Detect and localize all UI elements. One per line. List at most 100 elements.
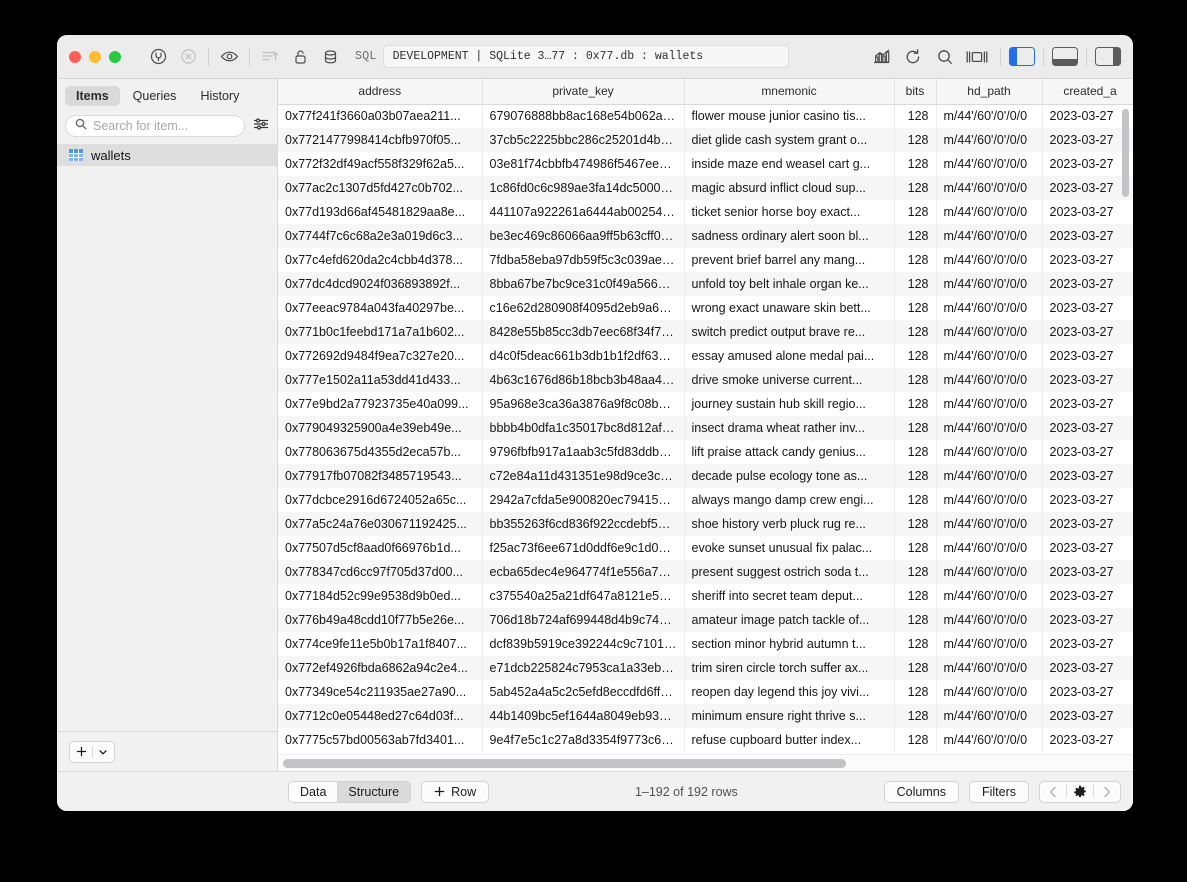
cell-created-at[interactable]: 2023-03-27	[1042, 152, 1133, 176]
cell-bits[interactable]: 128	[894, 320, 937, 344]
cell-address[interactable]: 0x779049325900a4e39eb49e...	[278, 416, 483, 440]
cell-created-at[interactable]: 2023-03-27	[1042, 272, 1133, 296]
cell-created-at[interactable]: 2023-03-27	[1042, 680, 1133, 704]
cell-created-at[interactable]: 2023-03-27	[1042, 320, 1133, 344]
cell-private-key[interactable]: 4b63c1676d86b18bcb3b48aa492d1...	[482, 368, 685, 392]
cell-mnemonic[interactable]: amateur image patch tackle of...	[684, 608, 895, 632]
cell-mnemonic[interactable]: refuse cupboard butter index...	[684, 728, 895, 752]
table-row[interactable]: 0x77349ce54c211935ae27a90... 5ab452a4a5c2…	[278, 680, 1133, 704]
column-header-bits[interactable]: bits	[894, 79, 937, 105]
cell-hd-path[interactable]: m/44'/60'/0'/0/0	[936, 536, 1043, 560]
column-header-mnemonic[interactable]: mnemonic	[684, 79, 895, 105]
cell-mnemonic[interactable]: section minor hybrid autumn t...	[684, 632, 895, 656]
cell-created-at[interactable]: 2023-03-27	[1042, 584, 1133, 608]
cell-bits[interactable]: 128	[894, 632, 937, 656]
cell-private-key[interactable]: c16e62d280908f4095d2eb9a69401...	[482, 296, 685, 320]
table-row[interactable]: 0x774ce9fe11e5b0b17a1f8407... dcf839b5919…	[278, 632, 1133, 656]
cell-bits[interactable]: 128	[894, 656, 937, 680]
cell-bits[interactable]: 128	[894, 512, 937, 536]
cell-mnemonic[interactable]: unfold toy belt inhale organ ke...	[684, 272, 895, 296]
connect-icon[interactable]	[143, 43, 173, 71]
cell-hd-path[interactable]: m/44'/60'/0'/0/0	[936, 200, 1043, 224]
cell-bits[interactable]: 128	[894, 488, 937, 512]
cell-created-at[interactable]: 2023-03-27	[1042, 656, 1133, 680]
close-window-button[interactable]	[69, 50, 81, 63]
cell-created-at[interactable]: 2023-03-27	[1042, 536, 1133, 560]
table-row[interactable]: 0x77dc4dcd9024f036893892f... 8bba67be7bc9…	[278, 272, 1133, 296]
sort-lines-icon[interactable]	[255, 43, 285, 71]
cell-bits[interactable]: 128	[894, 224, 937, 248]
table-settings-button[interactable]	[1067, 782, 1093, 802]
cell-bits[interactable]: 128	[894, 608, 937, 632]
cell-address[interactable]: 0x776b49a48cdd10f77b5e26e...	[278, 608, 483, 632]
cell-bits[interactable]: 128	[894, 536, 937, 560]
table-row[interactable]: 0x77d193d66af45481829aa8e... 441107a92226…	[278, 200, 1133, 224]
cell-private-key[interactable]: 1c86fd0c6c989ae3fa14dc500062b2...	[482, 176, 685, 200]
table-row[interactable]: 0x7721477998414cbfb970f05... 37cb5c2225bb…	[278, 128, 1133, 152]
column-header-private-key[interactable]: private_key	[482, 79, 685, 105]
cell-bits[interactable]: 128	[894, 272, 937, 296]
table-row[interactable]: 0x77eeac9784a043fa40297be... c16e62d28090…	[278, 296, 1133, 320]
cell-created-at[interactable]: 2023-03-27	[1042, 464, 1133, 488]
table-row[interactable]: 0x77507d5cf8aad0f66976b1d... f25ac73f6ee6…	[278, 536, 1133, 560]
cell-private-key[interactable]: ecba65dec4e964774f1e556a7cd5d...	[482, 560, 685, 584]
cell-hd-path[interactable]: m/44'/60'/0'/0/0	[936, 704, 1043, 728]
cell-private-key[interactable]: c72e84a11d431351e98d9ce3cb241...	[482, 464, 685, 488]
cell-bits[interactable]: 128	[894, 584, 937, 608]
eye-icon[interactable]	[214, 43, 244, 71]
cell-address[interactable]: 0x77e9bd2a77923735e40a099...	[278, 392, 483, 416]
cell-bits[interactable]: 128	[894, 560, 937, 584]
search-icon[interactable]	[930, 43, 960, 71]
cell-mnemonic[interactable]: sadness ordinary alert soon bl...	[684, 224, 895, 248]
table-row[interactable]: 0x777e1502a11a53dd41d433... 4b63c1676d86b…	[278, 368, 1133, 392]
cell-created-at[interactable]: 2023-03-27	[1042, 440, 1133, 464]
cell-hd-path[interactable]: m/44'/60'/0'/0/0	[936, 728, 1043, 752]
cell-mnemonic[interactable]: shoe history verb pluck rug re...	[684, 512, 895, 536]
table-row[interactable]: 0x771b0c1feebd171a7a1b602... 8428e55b85cc…	[278, 320, 1133, 344]
cell-created-at[interactable]: 2023-03-27	[1042, 728, 1133, 752]
cell-address[interactable]: 0x771b0c1feebd171a7a1b602...	[278, 320, 483, 344]
cell-mnemonic[interactable]: switch predict output brave re...	[684, 320, 895, 344]
table-row[interactable]: 0x7712c0e05448ed27c64d03f... 44b1409bc5ef…	[278, 704, 1133, 728]
cell-address[interactable]: 0x777e1502a11a53dd41d433...	[278, 368, 483, 392]
cell-private-key[interactable]: e71dcb225824c7953ca1a33ebb82c...	[482, 656, 685, 680]
cell-private-key[interactable]: 8428e55b85cc3db7eec68f34f7fccdf...	[482, 320, 685, 344]
cell-hd-path[interactable]: m/44'/60'/0'/0/0	[936, 512, 1043, 536]
cell-hd-path[interactable]: m/44'/60'/0'/0/0	[936, 272, 1043, 296]
table-row[interactable]: 0x77dcbce2916d6724052a65c... 2942a7cfda5e…	[278, 488, 1133, 512]
cell-address[interactable]: 0x77507d5cf8aad0f66976b1d...	[278, 536, 483, 560]
table-row[interactable]: 0x77a5c24a76e030671192425... bb355263f6cd…	[278, 512, 1133, 536]
cell-mnemonic[interactable]: flower mouse junior casino tis...	[684, 104, 895, 128]
connection-title-field[interactable]: DEVELOPMENT | SQLite 3…77 : 0x77.db : wa…	[382, 45, 789, 68]
zoom-window-button[interactable]	[109, 50, 121, 63]
cell-created-at[interactable]: 2023-03-27	[1042, 368, 1133, 392]
horizontal-scrollbar-track[interactable]	[278, 754, 1133, 771]
cell-hd-path[interactable]: m/44'/60'/0'/0/0	[936, 224, 1043, 248]
tab-data[interactable]: Data	[289, 781, 338, 802]
cell-mnemonic[interactable]: drive smoke universe current...	[684, 368, 895, 392]
cell-private-key[interactable]: bb355263f6cd836f922ccdebf5d2f4...	[482, 512, 685, 536]
table-row[interactable]: 0x77917fb07082f3485719543... c72e84a11d43…	[278, 464, 1133, 488]
column-header-hd-path[interactable]: hd_path	[936, 79, 1043, 105]
cell-hd-path[interactable]: m/44'/60'/0'/0/0	[936, 176, 1043, 200]
horizontal-scrollbar-thumb[interactable]	[283, 759, 846, 768]
cell-address[interactable]: 0x77dc4dcd9024f036893892f...	[278, 272, 483, 296]
cell-created-at[interactable]: 2023-03-27	[1042, 704, 1133, 728]
cell-address[interactable]: 0x7712c0e05448ed27c64d03f...	[278, 704, 483, 728]
cell-private-key[interactable]: 706d18b724af699448d4b9c746752...	[482, 608, 685, 632]
table-row[interactable]: 0x778347cd6cc97f705d37d00... ecba65dec4e9…	[278, 560, 1133, 584]
cell-created-at[interactable]: 2023-03-27	[1042, 632, 1133, 656]
cell-private-key[interactable]: 7fdba58eba97db59f5c3c039aeea67...	[482, 248, 685, 272]
cell-address[interactable]: 0x772ef4926fbda6862a94c2e4...	[278, 656, 483, 680]
cell-hd-path[interactable]: m/44'/60'/0'/0/0	[936, 584, 1043, 608]
table-row[interactable]: 0x7744f7c6c68a2e3a019d6c3... be3ec469c860…	[278, 224, 1133, 248]
add-item-button[interactable]	[69, 740, 115, 763]
table-row[interactable]: 0x77c4efd620da2c4cbb4d378... 7fdba58eba97…	[278, 248, 1133, 272]
vertical-scrollbar[interactable]	[1122, 109, 1129, 197]
cell-mnemonic[interactable]: magic absurd inflict cloud sup...	[684, 176, 895, 200]
cell-private-key[interactable]: 441107a922261a6444ab00254191...	[482, 200, 685, 224]
cell-bits[interactable]: 128	[894, 392, 937, 416]
bottom-panel-toggle[interactable]	[1052, 47, 1078, 66]
cell-private-key[interactable]: 8bba67be7bc9ce31c0f49a566724b...	[482, 272, 685, 296]
cell-mnemonic[interactable]: ticket senior horse boy exact...	[684, 200, 895, 224]
